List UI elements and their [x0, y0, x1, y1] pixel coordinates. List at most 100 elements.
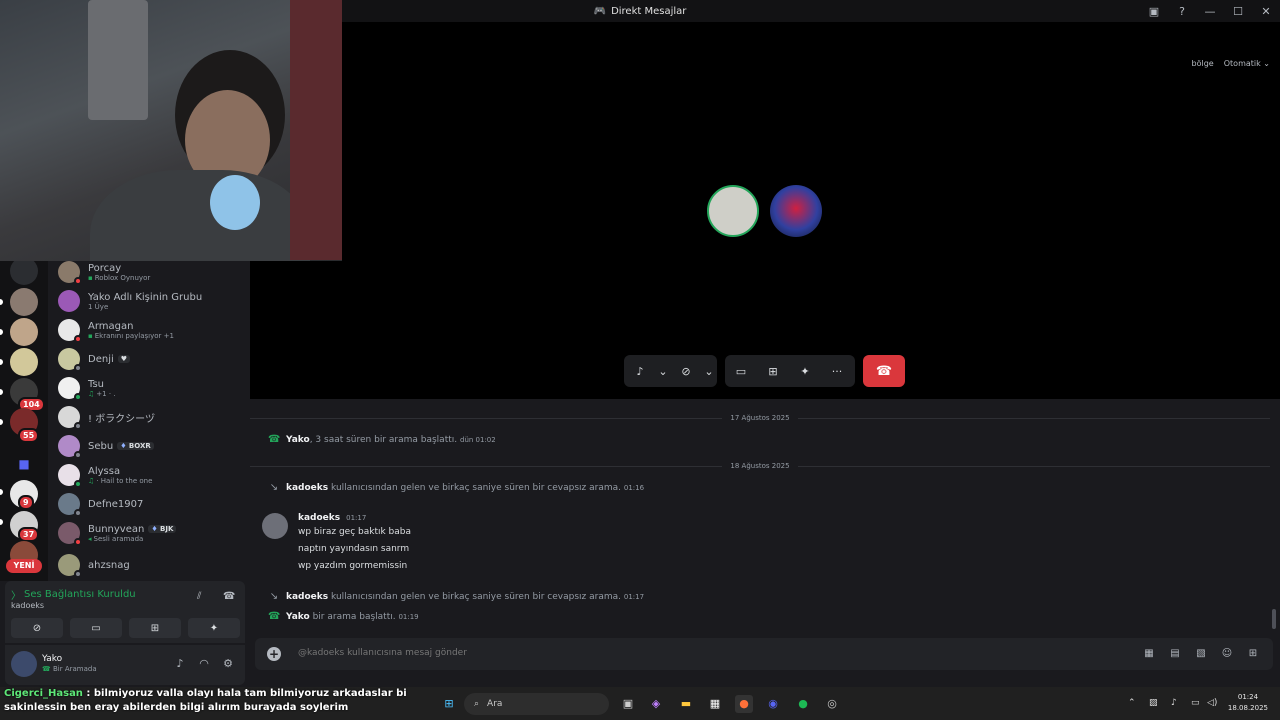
discord-taskbar-icon[interactable]: ◉ [764, 695, 782, 713]
server-icon-4[interactable] [10, 348, 38, 376]
microphone-icon[interactable]: ♪ [173, 657, 187, 671]
dm-item-5[interactable]: ! ボラクシーヅ [58, 403, 243, 431]
screen-share-button[interactable]: ▭ [70, 618, 122, 638]
sticker-icon[interactable]: ▧ [1194, 647, 1208, 661]
activity-button[interactable]: ⊞ [757, 355, 789, 387]
screen-share-button[interactable]: ▭ [725, 355, 757, 387]
volume-icon[interactable]: ◁) [1207, 698, 1217, 708]
copilot-icon[interactable]: ◈ [647, 695, 665, 713]
close-button[interactable]: ✕ [1252, 0, 1280, 22]
clan-tag: ♦ BJK [148, 525, 177, 533]
store-icon[interactable]: ▦ [706, 695, 724, 713]
avatar [58, 319, 82, 343]
folder-icon[interactable]: ■ [10, 450, 38, 478]
server-icon-2[interactable] [10, 288, 38, 316]
soundboard-button[interactable]: ✦ [789, 355, 821, 387]
system-message-user[interactable]: kadoeks [286, 592, 328, 602]
soundboard-button[interactable]: ✦ [188, 618, 240, 638]
system-message-user[interactable]: Yako [286, 612, 310, 622]
headphones-icon[interactable]: ◠ [197, 657, 211, 671]
network-icon[interactable]: ▭ [1191, 698, 1200, 708]
dm-name: Porcay [88, 262, 122, 274]
spotify-icon[interactable]: ● [794, 695, 812, 713]
avatar [58, 554, 82, 578]
dm-item-group[interactable]: Yako Adlı Kişinin Grubu 1 Üye [58, 287, 243, 315]
chat-scrollbar[interactable] [1272, 609, 1276, 629]
system-message-user[interactable]: kadoeks [286, 483, 328, 493]
camera-off-button[interactable]: ⊘ [11, 618, 63, 638]
participant-avatar[interactable] [770, 185, 822, 237]
message-header: kadoeks 01:17 [298, 513, 366, 523]
server-icon-3[interactable] [10, 318, 38, 346]
inbox-icon[interactable]: ▣ [1140, 0, 1168, 22]
dm-item-defne1907[interactable]: Defne1907 [58, 490, 243, 518]
dm-activity-text: Roblox Oynuyor [94, 273, 151, 282]
dm-activity-text: Sesli aramada [93, 534, 144, 543]
minimize-button[interactable]: — [1196, 0, 1224, 22]
server-icon-1[interactable] [10, 257, 38, 285]
firefox-icon[interactable]: ● [735, 695, 753, 713]
noise-suppression-icon[interactable]: ⫽ [197, 591, 201, 602]
mic-options-chevron-icon[interactable]: ⌄ [656, 355, 670, 387]
user-avatar[interactable] [11, 651, 37, 677]
gift-icon[interactable]: ▦ [1142, 647, 1156, 661]
message-input[interactable] [298, 648, 898, 658]
camera-button[interactable]: ⊘ [670, 355, 702, 387]
dm-activity: ▪ Roblox Oynuyor [88, 274, 150, 282]
dm-item-alyssa[interactable]: Alyssa ♫ · Hail to the one [58, 461, 243, 489]
disconnect-icon[interactable]: ☎ [223, 591, 235, 602]
tray-microphone-icon[interactable]: ♪ [1171, 698, 1177, 708]
windows-start-icon[interactable]: ⊞ [440, 695, 458, 713]
voice-status-text: Ses Bağlantısı Kuruldu [24, 589, 136, 600]
region-label: bölge [1191, 59, 1214, 68]
chat-messages: 17 Ağustos 2025 ☎ Yako, 3 saat süren bir… [250, 399, 1280, 637]
microphone-button[interactable]: ♪ [624, 355, 656, 387]
date-divider-text: 17 Ağustos 2025 [730, 414, 790, 422]
message-author-avatar[interactable] [262, 513, 288, 539]
tray-app-icon[interactable]: ▨ [1149, 698, 1158, 708]
maximize-button[interactable]: ☐ [1224, 0, 1252, 22]
dm-item-porcay[interactable]: Porcay ▪ Roblox Oynuyor [58, 258, 243, 286]
screen-share-icon: ▪ [88, 331, 93, 340]
apps-gamepad-icon[interactable]: ⊞ [1246, 647, 1260, 661]
help-icon[interactable]: ? [1168, 0, 1196, 22]
region-selector[interactable]: bölge Otomatik ⌄ [1192, 59, 1270, 68]
voice-connection-panel: 〉 Ses Bağlantısı Kuruldu kadoeks ⫽ ☎ ⊘ ▭… [5, 581, 245, 643]
hang-up-button[interactable]: ☎ [863, 355, 905, 387]
dm-name-text: Bunnyvean [88, 523, 145, 535]
avatar [58, 493, 82, 517]
dm-item-sebu[interactable]: Sebu ♦ BOXR [58, 432, 243, 460]
attach-plus-icon[interactable]: + [267, 647, 281, 661]
new-badge[interactable]: YENİ [6, 559, 42, 573]
steam-icon[interactable]: ◎ [823, 695, 841, 713]
file-explorer-icon[interactable]: ▬ [677, 695, 695, 713]
taskbar-search[interactable]: ⌕ Ara [464, 693, 609, 715]
taskbar-clock[interactable]: 01:24 18.08.2025 [1228, 692, 1268, 714]
participant-avatar-speaking[interactable] [707, 185, 759, 237]
gif-icon[interactable]: ▤ [1168, 647, 1182, 661]
dm-list: Porcay ▪ Roblox Oynuyor Yako Adlı Kişinin … [48, 261, 248, 581]
task-view-icon[interactable]: ▣ [619, 695, 637, 713]
clock-time: 01:24 [1237, 693, 1259, 701]
tray-overflow-icon[interactable]: ⌃ [1128, 698, 1136, 708]
settings-gear-icon[interactable]: ⚙ [221, 657, 235, 671]
activity-button[interactable]: ⊞ [129, 618, 181, 638]
dm-item-ahzsnag[interactable]: ahzsnag [58, 551, 243, 579]
dm-item-armagan[interactable]: Armagan ▪ Ekranını paylaşıyor +1 [58, 316, 243, 344]
camera-options-chevron-icon[interactable]: ⌄ [702, 355, 716, 387]
dm-item-bunnyvean[interactable]: Bunnyvean ♦ BJK ◂ Sesli aramada [58, 519, 243, 547]
chevron-down-icon: ⌄ [1263, 59, 1270, 68]
gamepad-icon: ▪ [88, 273, 93, 282]
phone-icon: ☎ [268, 611, 281, 622]
dm-item-denji[interactable]: Denji ♥ [58, 345, 243, 373]
system-message-missed-call: ↘ kadoeks kullanıcısından gelen ve birka… [268, 591, 644, 602]
more-options-button[interactable]: ··· [821, 355, 853, 387]
voice-channel[interactable]: kadoeks [11, 601, 44, 610]
emoji-icon[interactable]: ☺ [1220, 647, 1234, 661]
system-message-user[interactable]: Yako [286, 435, 310, 445]
dm-name-text: Denji [88, 353, 114, 365]
dm-item-tsu[interactable]: Tsu ♫ +1 · . [58, 374, 243, 402]
camera-off-icon: ⊘ [681, 364, 691, 378]
message-author[interactable]: kadoeks [298, 513, 340, 523]
message-input-bar: + ▦ ▤ ▧ ☺ ⊞ [255, 638, 1273, 670]
